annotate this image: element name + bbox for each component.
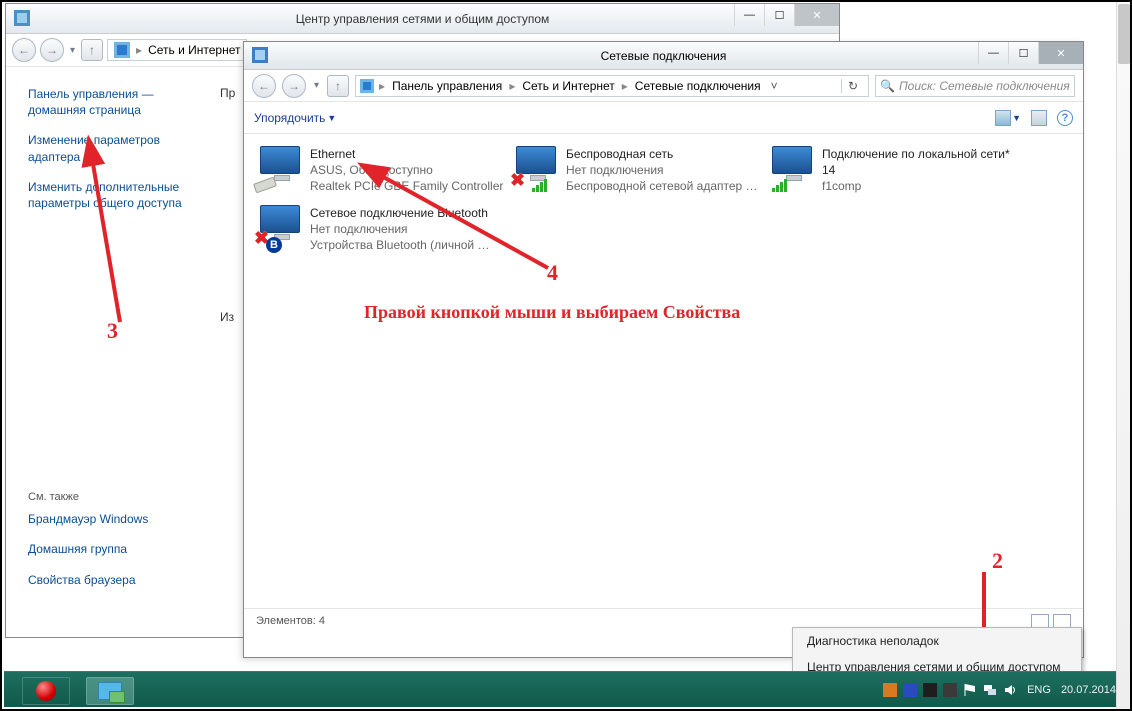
tray-flag-icon[interactable] [963,683,977,697]
sidebar-link-homegroup[interactable]: Домашняя группа [28,541,204,557]
window-icon-front [252,47,268,66]
address-dropdown[interactable]: ˅ [767,79,782,93]
close-button[interactable]: ✕ [794,4,839,26]
disabled-x-icon: ✖ [510,168,525,192]
sidebar-see-also-label: См. также [28,491,204,503]
organize-button[interactable]: Упорядочить▼ [254,111,336,125]
connection-device: Realtek PCIe GBE Family Controller [310,178,503,194]
tray-language[interactable]: ENG [1027,684,1051,696]
system-tray: ENG 20.07.2014 [883,672,1120,708]
connection-name: Сетевое подключение Bluetooth [310,205,489,221]
command-bar: Упорядочить▼ ▼ ? [244,102,1083,134]
sidebar-link-advanced[interactable]: Изменить дополнительные параметры общего… [28,179,204,211]
lan-icon [770,146,814,190]
address-bar-back[interactable]: ▸ Сеть и Интернет [107,39,247,61]
nav-history-caret[interactable]: ▾ [312,80,321,91]
connection-ethernet[interactable]: Ethernet ASUS, Общедоступно Realtek PCIe… [258,146,506,195]
sidebar-link-browser[interactable]: Свойства браузера [28,572,204,588]
connection-status: Нет подключения [566,162,758,178]
search-placeholder: Поиск: Сетевые подключения [899,79,1070,93]
sidebar-link-firewall[interactable]: Брандмауэр Windows [28,511,204,527]
tray-app-icon[interactable] [903,683,917,697]
nav-bar-front: ← → ▾ ↑ ▸ Панель управления ▸ Сеть и Инт… [244,70,1083,102]
window-title-back: Центр управления сетями и общим доступом [296,12,550,26]
minimize-button[interactable]: — [978,42,1008,64]
opera-icon [36,681,56,701]
refresh-button[interactable]: ↻ [841,79,864,93]
ethernet-icon [258,146,302,190]
maximize-button[interactable]: ☐ [764,4,794,26]
connection-status: ASUS, Общедоступно [310,162,503,178]
taskbar-explorer[interactable] [86,677,134,705]
connection-bluetooth[interactable]: ✖ B Сетевое подключение Bluetooth Нет по… [258,205,506,254]
ctx-item-diagnostics[interactable]: Диагностика неполадок [793,628,1081,654]
taskbar[interactable]: ENG 20.07.2014 [4,671,1128,707]
titlebar-front[interactable]: Сетевые подключения — ☐ ✕ [244,42,1083,70]
bluetooth-icon: ✖ B [258,205,302,249]
preview-pane-button[interactable] [1031,110,1047,126]
connection-device: Беспроводной сетевой адаптер … [566,178,758,194]
tray-network-icon[interactable] [983,683,997,697]
close-button[interactable]: ✕ [1038,42,1083,64]
window-title-front: Сетевые подключения [601,49,727,63]
tray-clock[interactable]: 20.07.2014 [1061,684,1120,697]
nav-back-button[interactable]: ← [252,74,276,98]
tray-app-icon[interactable] [883,683,897,697]
tray-app-icon[interactable] [943,683,957,697]
explorer-icon [98,682,122,700]
minimize-button[interactable]: — [734,4,764,26]
wifi-icon: ✖ [514,146,558,190]
crumb-2[interactable]: Сетевые подключения [633,79,763,93]
connection-status: f1comp [822,178,1018,194]
network-center-icon [14,10,30,26]
connection-lan14[interactable]: Подключение по локальной сети* 14 f1comp [770,146,1018,195]
connection-name: Беспроводная сеть [566,146,758,162]
help-button[interactable]: ? [1057,110,1073,126]
crumb-0[interactable]: Панель управления [390,79,504,93]
connection-device: Устройства Bluetooth (личной … [310,237,489,253]
tray-date: 20.07.2014 [1061,684,1116,697]
crumb-1[interactable]: Сеть и Интернет [520,79,616,93]
sidebar-back: Панель управления — домашняя страница Из… [6,68,216,637]
nav-forward-button[interactable]: → [282,74,306,98]
maximize-button[interactable]: ☐ [1008,42,1038,64]
taskbar-opera[interactable] [22,677,70,705]
connection-wifi[interactable]: ✖ Беспроводная сеть Нет подключения Бесп… [514,146,762,195]
view-large-button[interactable] [1053,614,1071,628]
scrollbar-thumb[interactable] [1118,4,1130,64]
address-icon [360,79,374,93]
connection-status: Нет подключения [310,221,489,237]
sidebar-link-home[interactable]: Панель управления — домашняя страница [28,86,204,118]
address-icon [114,42,130,58]
page-scrollbar[interactable] [1116,2,1130,709]
tray-volume-icon[interactable] [1003,683,1017,697]
nav-history-caret[interactable]: ▾ [68,45,77,56]
view-details-button[interactable] [1031,614,1049,628]
address-bar-front[interactable]: ▸ Панель управления ▸ Сеть и Интернет ▸ … [355,75,869,97]
address-crumb[interactable]: Сеть и Интернет [148,43,240,57]
window-network-connections: Сетевые подключения — ☐ ✕ ← → ▾ ↑ ▸ Пане… [243,41,1084,658]
search-input[interactable]: 🔍 Поиск: Сетевые подключения [875,75,1075,97]
sidebar-link-adapter[interactable]: Изменение параметров адаптера [28,132,204,164]
status-count: Элементов: 4 [256,615,325,627]
connections-area[interactable]: Ethernet ASUS, Общедоступно Realtek PCIe… [244,134,1083,632]
search-icon: 🔍 [880,79,895,93]
view-options-button[interactable]: ▼ [995,110,1021,126]
nav-back-button[interactable]: ← [12,38,36,62]
nav-up-button[interactable]: ↑ [81,39,103,61]
window-controls-back: — ☐ ✕ [734,4,839,26]
tray-app-icon[interactable] [923,683,937,697]
connection-name: Ethernet [310,146,503,162]
titlebar-back[interactable]: Центр управления сетями и общим доступом… [6,4,839,34]
connection-name: Подключение по локальной сети* 14 [822,146,1018,178]
nav-forward-button[interactable]: → [40,38,64,62]
nav-up-button[interactable]: ↑ [327,75,349,97]
